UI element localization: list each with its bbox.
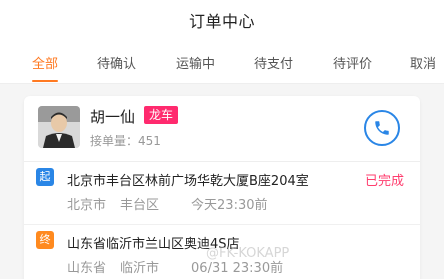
page-title: 订单中心 [188,12,255,31]
tab-label: 待支付 [254,56,294,72]
tab-cancelled[interactable]: 取消 [410,40,437,83]
start-city: 北京市 [67,198,107,213]
active-tab-indicator [32,80,59,82]
end-city: 临沂市 [120,261,160,276]
tab-in-transit[interactable]: 运输中 [176,40,216,83]
tab-label: 运输中 [176,56,216,72]
phone-icon [375,121,389,135]
route-end: 终 山东省临沂市兰山区奥迪4S店 山东省 临沂市 06/31 23:30前 [24,224,420,279]
start-address: 北京市丰台区林前广场华乾大厦B座204室 [67,174,309,189]
order-card[interactable]: 胡一仙 龙车 接单量：451 起 北京市丰台区林前广场华乾大厦B座204室 已完… [24,96,420,279]
start-time: 今天23:30前 [191,198,268,213]
driver-name: 胡一仙 [90,108,136,126]
start-district: 丰台区 [120,198,160,213]
tab-label: 待评价 [333,56,373,72]
tab-pending-review[interactable]: 待评价 [333,40,373,83]
start-tag: 起 [36,168,54,186]
tab-pending-confirm[interactable]: 待确认 [97,40,137,83]
driver-info: 胡一仙 龙车 接单量：451 [24,96,420,162]
route-start: 起 北京市丰台区林前广场华乾大厦B座204室 已完成 北京市 丰台区 今天23:… [24,162,420,224]
tab-bar: 全部 待确认 运输中 待支付 待评价 取消 [0,40,444,84]
tab-all[interactable]: 全部 [32,40,59,83]
tab-label: 全部 [32,56,59,72]
end-province: 山东省 [67,261,107,276]
end-meta: 山东省 临沂市 06/31 23:30前 [67,257,283,276]
order-center-screen: 订单中心 全部 待确认 运输中 待支付 待评价 取消 胡一仙 龙车 接单量：45… [0,0,444,279]
start-meta: 北京市 丰台区 今天23:30前 [67,194,268,213]
end-address: 山东省临沂市兰山区奥迪4S店 [67,237,240,252]
tab-label: 取消 [410,56,437,72]
order-count: 接单量：451 [90,134,161,148]
car-type-badge: 龙车 [144,106,179,124]
end-tag: 终 [36,231,54,249]
call-button[interactable] [364,110,400,146]
driver-avatar [38,106,80,148]
end-time: 06/31 23:30前 [191,261,284,276]
tab-label: 待确认 [97,56,137,72]
tab-pending-payment[interactable]: 待支付 [254,40,294,83]
order-status: 已完成 [364,174,404,189]
header: 订单中心 [0,0,444,40]
